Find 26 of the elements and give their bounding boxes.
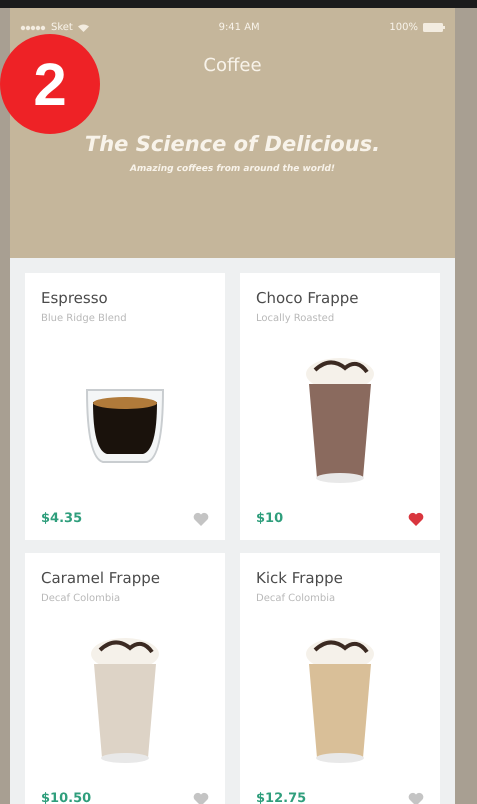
product-card[interactable]: Caramel Frappe Decaf Colombia $10.50 (25, 553, 225, 804)
heart-icon[interactable] (408, 512, 424, 526)
signal-dots-icon (20, 24, 46, 30)
product-price: $10.50 (41, 791, 92, 804)
product-card[interactable]: Choco Frappe Locally Roasted $10 (240, 273, 440, 540)
status-time: 9:41 AM (218, 22, 260, 33)
product-name: Kick Frappe (256, 569, 344, 587)
battery-icon (423, 23, 445, 32)
hero-title: The Science of Delicious. (84, 132, 380, 156)
product-name: Caramel Frappe (41, 569, 161, 587)
screen-title: Coffee (203, 55, 262, 76)
product-card[interactable]: Kick Frappe Decaf Colombia $12.75 (240, 553, 440, 804)
product-name: Espresso (41, 289, 109, 307)
product-price: $10 (256, 511, 284, 526)
battery-percent: 100% (389, 22, 418, 33)
product-card[interactable]: Espresso Blue Ridge Blend $4.35 (25, 273, 225, 540)
product-origin: Locally Roasted (256, 313, 336, 324)
hero-subtitle: Amazing coffees from around the world! (130, 164, 336, 174)
product-name: Choco Frappe (256, 289, 360, 307)
product-price: $12.75 (256, 791, 306, 804)
wifi-icon (78, 24, 89, 32)
carrier-name: Sket (51, 22, 73, 33)
product-price: $4.35 (41, 511, 82, 526)
product-origin: Blue Ridge Blend (41, 313, 128, 324)
product-origin: Decaf Colombia (256, 593, 336, 604)
product-origin: Decaf Colombia (41, 593, 122, 604)
